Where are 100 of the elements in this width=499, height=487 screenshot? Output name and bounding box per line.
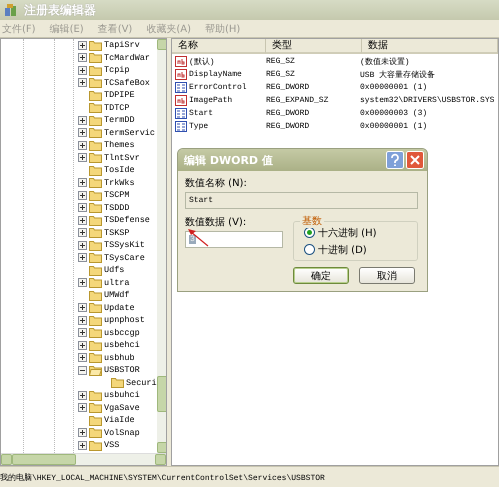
app-icon xyxy=(4,3,18,17)
tree-item[interactable]: TCSafeBox xyxy=(104,78,150,88)
folder-icon xyxy=(89,352,102,364)
tree-item[interactable]: TrkWks xyxy=(104,178,135,188)
folder-icon xyxy=(89,227,102,238)
dialog-button[interactable]: 取消 xyxy=(359,267,415,284)
tree-item[interactable]: Securi xyxy=(126,378,157,388)
tree-item[interactable]: TSCPM xyxy=(104,190,130,200)
tree-item[interactable]: TermDD xyxy=(104,115,135,126)
value-name: Type xyxy=(189,122,208,131)
value-data: 0x00000001 (1) xyxy=(360,83,428,92)
tree-item[interactable]: TSDefense xyxy=(104,215,150,226)
expand-icon[interactable] xyxy=(78,440,87,450)
tree-item[interactable]: Update xyxy=(104,302,135,313)
expand-icon[interactable] xyxy=(78,428,87,438)
folder-icon xyxy=(89,214,102,226)
tree-item[interactable]: UMWdf xyxy=(104,290,130,300)
expand-icon[interactable] xyxy=(78,353,87,362)
folder-icon xyxy=(89,414,102,426)
tree-item[interactable]: usbehci xyxy=(104,340,140,350)
folder-icon xyxy=(89,390,102,401)
folder-icon xyxy=(89,252,102,264)
string-value-icon xyxy=(175,56,187,67)
tree-item[interactable]: TSKSP xyxy=(104,228,130,238)
expand-icon[interactable] xyxy=(78,253,87,262)
tree-item[interactable]: VgaSave xyxy=(104,402,140,413)
folder-icon xyxy=(89,90,102,101)
expand-icon[interactable] xyxy=(78,340,87,350)
tree-item[interactable]: VSS xyxy=(104,440,120,450)
tree-item[interactable]: USBSTOR xyxy=(104,365,140,376)
folder-icon xyxy=(89,77,102,88)
tree-item[interactable]: Themes xyxy=(104,140,135,150)
tree-item[interactable]: TSSysKit xyxy=(104,240,145,250)
tree-item[interactable]: TapiSrv xyxy=(104,40,140,50)
binary-value-icon xyxy=(175,108,187,119)
tree-item[interactable]: TSysCare xyxy=(104,252,145,263)
tree-item[interactable]: ultra xyxy=(104,278,130,288)
expand-icon[interactable] xyxy=(78,178,87,188)
folder-icon xyxy=(89,127,102,138)
column-header[interactable]: 类型 xyxy=(266,39,362,54)
annotation-arrow xyxy=(187,228,209,247)
folder-icon xyxy=(89,277,102,288)
close-icon[interactable] xyxy=(406,151,424,169)
tree-item[interactable]: VolSnap xyxy=(104,428,140,438)
value-type: REG_SZ xyxy=(266,70,296,79)
value-data: (数值未设置) xyxy=(360,56,411,67)
value-data: system32\DRIVERS\USBSTOR.SYS xyxy=(360,96,496,105)
tree-item[interactable]: usbccgp xyxy=(104,328,140,338)
collapse-icon[interactable] xyxy=(78,366,87,375)
expand-icon[interactable] xyxy=(78,190,87,200)
tree-item[interactable]: TosIde xyxy=(104,165,135,176)
radio-label[interactable]: 十进制 (D) xyxy=(318,242,367,256)
expand-icon[interactable] xyxy=(78,390,87,400)
horizontal-scrollbar[interactable] xyxy=(1,453,166,465)
expand-icon[interactable] xyxy=(78,403,87,412)
tree-item[interactable]: TDTCP xyxy=(104,102,130,113)
folder-icon xyxy=(89,340,102,351)
radio-label[interactable]: 十六进制 (H) xyxy=(318,226,377,240)
value-name: Start xyxy=(189,109,214,118)
value-type: REG_DWORD xyxy=(266,83,310,92)
folder-icon xyxy=(89,114,102,126)
name-field[interactable]: Start xyxy=(185,192,418,209)
tree-item[interactable]: usbuhci xyxy=(104,390,140,400)
tree-item[interactable]: Udfs xyxy=(104,265,124,276)
expand-icon[interactable] xyxy=(78,240,87,250)
expand-icon[interactable] xyxy=(78,78,87,88)
expand-icon[interactable] xyxy=(78,140,87,150)
tree-item[interactable]: TDPIPE xyxy=(104,90,135,100)
expand-icon[interactable] xyxy=(78,66,87,75)
folder-icon xyxy=(89,190,102,201)
tree-item[interactable]: TermServic xyxy=(104,128,156,138)
tree-item[interactable]: TSDDD xyxy=(104,202,130,213)
vertical-scrollbar[interactable] xyxy=(156,39,166,453)
expand-icon[interactable] xyxy=(78,228,87,238)
expand-icon[interactable] xyxy=(78,40,87,50)
help-icon[interactable] xyxy=(386,151,404,169)
expand-icon[interactable] xyxy=(78,153,87,162)
tree-item[interactable]: TlntSvr xyxy=(104,152,140,163)
column-header[interactable]: 数据 xyxy=(362,39,498,54)
dialog-button[interactable]: 确定 xyxy=(293,267,349,284)
expand-icon[interactable] xyxy=(78,316,87,325)
tree-item[interactable]: usbhub xyxy=(104,352,135,363)
tree-item[interactable]: ViaIde xyxy=(104,415,135,426)
expand-icon[interactable] xyxy=(78,116,87,125)
expand-icon[interactable] xyxy=(78,203,87,212)
column-header[interactable]: 名称 xyxy=(172,39,266,54)
tree-item[interactable]: TcMardWar xyxy=(104,52,150,63)
value-name: ErrorControl xyxy=(189,83,247,92)
tree-item[interactable]: Tcpip xyxy=(104,65,130,76)
expand-icon[interactable] xyxy=(78,53,87,62)
expand-icon[interactable] xyxy=(78,278,87,288)
radio-button[interactable] xyxy=(304,244,315,255)
tree-item[interactable]: upnphost xyxy=(104,315,145,326)
expand-icon[interactable] xyxy=(78,303,87,312)
expand-icon[interactable] xyxy=(78,328,87,338)
expand-icon[interactable] xyxy=(78,128,87,138)
expand-icon[interactable] xyxy=(78,216,87,225)
value-data: 0x00000001 (1) xyxy=(360,122,428,131)
value-name: DisplayName xyxy=(189,70,242,79)
folder-icon xyxy=(89,140,102,151)
